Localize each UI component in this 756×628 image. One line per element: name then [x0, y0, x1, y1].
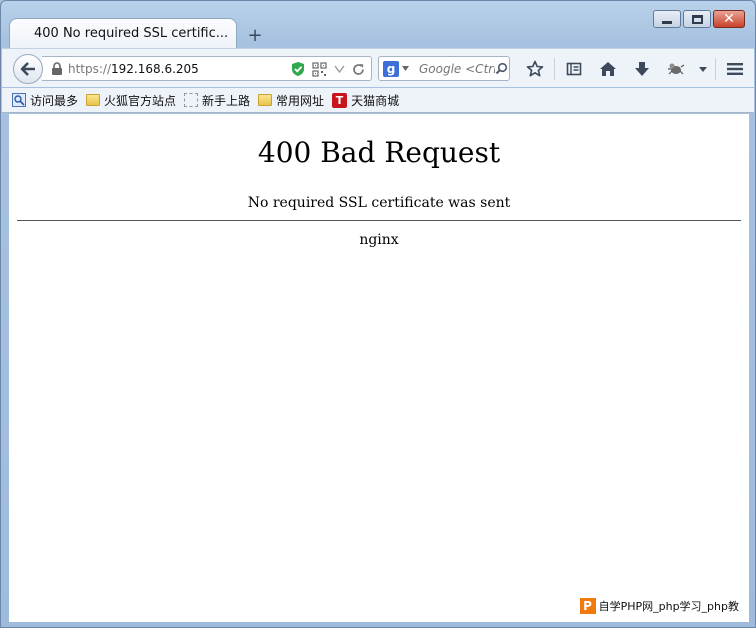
bookmark-star-button[interactable]	[518, 58, 552, 80]
search-icon[interactable]	[495, 62, 508, 75]
bookmark-label: 火狐官方站点	[104, 93, 177, 108]
divider	[17, 220, 741, 221]
window-controls: ✕	[653, 10, 745, 28]
url-host: 192.168.6.205	[111, 61, 199, 76]
page-content: 400 Bad Request No required SSL certific…	[9, 114, 749, 622]
downloads-button[interactable]	[625, 58, 659, 80]
navigation-toolbar: https:// 192.168.6.205 g Google <Ctrl+K>	[2, 48, 754, 87]
close-button[interactable]: ✕	[713, 10, 745, 28]
download-arrow-icon	[635, 62, 649, 76]
back-button[interactable]	[13, 54, 43, 84]
browser-window: ✕ 400 No required SSL certific... + http…	[0, 0, 756, 628]
server-name: nginx	[359, 232, 399, 248]
watermark: P 自学PHP网_php学习_php教	[579, 596, 741, 616]
watermark-text: 自学PHP网_php学习_php教	[598, 600, 739, 613]
url-scheme: https://	[68, 61, 112, 76]
minimize-button[interactable]	[653, 10, 681, 28]
addon-button[interactable]	[659, 58, 693, 80]
toolbar-icons	[518, 58, 752, 80]
addon-menu-button[interactable]	[693, 58, 713, 80]
shield-icon[interactable]	[291, 61, 305, 77]
dropdown-arrow-icon[interactable]	[334, 64, 345, 74]
tab-title: 400 No required SSL certific...	[34, 26, 229, 41]
reload-icon[interactable]	[352, 63, 365, 76]
search-input[interactable]	[419, 61, 495, 76]
engine-dropdown-icon[interactable]	[402, 66, 409, 71]
bookmark-label: 天猫商城	[351, 93, 400, 108]
close-icon: ✕	[723, 11, 735, 27]
search-bar[interactable]: g	[378, 56, 510, 81]
home-button[interactable]	[591, 58, 625, 80]
bookmark-label: 访问最多	[30, 93, 79, 108]
bookmark-label: 常用网址	[276, 93, 325, 108]
maximize-button[interactable]	[683, 10, 711, 28]
menu-button[interactable]	[718, 58, 752, 80]
url-bar[interactable]: https:// 192.168.6.205	[42, 56, 372, 81]
bookmark-most-visited[interactable]: 访问最多	[12, 92, 78, 109]
maximize-icon	[691, 14, 703, 24]
bookmarks-toolbar: 访问最多 火狐官方站点 新手上路 常用网址 T 天猫商城	[2, 88, 754, 113]
error-message: No required SSL certificate was sent	[247, 195, 511, 211]
lock-icon	[52, 61, 62, 75]
home-icon	[600, 62, 616, 76]
tmall-icon: T	[332, 92, 348, 108]
addon-bug-icon	[668, 63, 685, 75]
most-visited-icon	[12, 93, 26, 107]
back-arrow-icon	[20, 62, 35, 76]
bookmark-firefox-official[interactable]: 火狐官方站点	[86, 92, 176, 109]
google-engine-icon[interactable]: g	[383, 60, 399, 77]
toolbar-separator	[715, 58, 716, 80]
star-icon	[526, 60, 544, 77]
bookmark-tmall[interactable]: T 天猫商城	[332, 92, 399, 109]
new-tab-button[interactable]: +	[241, 22, 269, 48]
bookmark-common-sites[interactable]: 常用网址	[258, 92, 324, 109]
minimize-icon	[662, 20, 672, 24]
bookmark-getting-started[interactable]: 新手上路	[184, 92, 250, 109]
folder-icon	[86, 94, 101, 106]
chevron-down-icon	[699, 66, 707, 72]
tab-strip: 400 No required SSL certific... +	[9, 18, 269, 48]
watermark-logo-icon: P	[579, 598, 596, 614]
toolbar-separator	[554, 58, 555, 80]
dashed-page-icon	[184, 93, 199, 107]
tab-active[interactable]: 400 No required SSL certific...	[9, 18, 237, 48]
plus-icon: +	[247, 24, 263, 46]
error-title: 400 Bad Request	[257, 136, 501, 169]
bookmarks-list-icon	[566, 62, 582, 76]
qr-code-icon[interactable]	[312, 61, 327, 77]
hamburger-menu-icon	[727, 63, 743, 75]
reading-list-button[interactable]	[557, 58, 591, 80]
bookmark-label: 新手上路	[202, 93, 251, 108]
folder-icon	[258, 94, 273, 106]
